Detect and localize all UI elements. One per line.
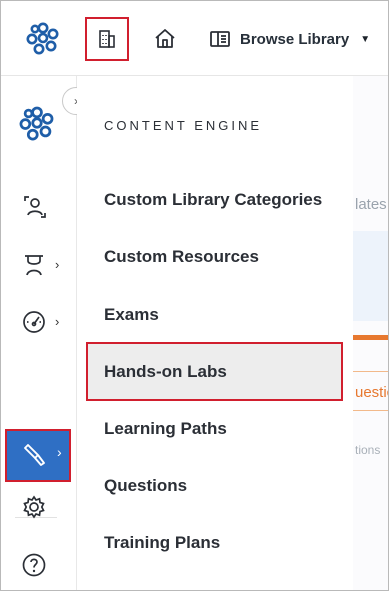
background-progress-bar <box>353 335 388 340</box>
building-button[interactable] <box>85 17 129 61</box>
library-icon <box>210 31 230 47</box>
background-blue-panel <box>353 231 388 321</box>
menu-item-custom-resources[interactable]: Custom Resources <box>104 247 259 267</box>
content-engine-menu: CONTENT ENGINE <box>77 76 352 590</box>
chevron-right-icon: › <box>57 444 62 460</box>
background-text: tions <box>355 443 381 457</box>
menu-item-exams[interactable]: Exams <box>104 305 159 325</box>
background-text: lates <box>355 196 387 213</box>
building-icon <box>99 30 115 48</box>
rail-item-settings[interactable] <box>21 492 61 522</box>
home-icon <box>155 29 175 48</box>
app-logo-icon[interactable] <box>19 105 55 141</box>
help-icon <box>22 553 46 577</box>
background-content: lates uestic tions <box>353 76 388 590</box>
browse-library-label: Browse Library <box>240 30 350 48</box>
gear-icon <box>23 495 45 519</box>
brush-icon <box>22 441 50 474</box>
browse-library-dropdown[interactable]: Browse Library ▼ <box>209 25 370 53</box>
chevron-right-icon: › <box>55 257 60 272</box>
app-logo-icon[interactable] <box>26 21 60 55</box>
rail-item-analytics[interactable]: › <box>21 307 61 337</box>
rail-item-users[interactable] <box>21 192 61 222</box>
instructor-icon <box>25 255 43 276</box>
rail-item-content-engine[interactable]: › <box>5 429 71 482</box>
menu-item-learning-paths[interactable]: Learning Paths <box>104 419 227 439</box>
menu-item-custom-library-categories[interactable]: Custom Library Categories <box>104 190 322 210</box>
side-rail: › › › <box>1 76 77 590</box>
top-bar: Browse Library ▼ <box>1 1 388 76</box>
home-button[interactable] <box>151 25 179 53</box>
menu-item-questions[interactable]: Questions <box>104 476 187 496</box>
menu-item-hands-on-labs[interactable]: Hands-on Labs <box>104 362 227 382</box>
user-swap-icon <box>24 196 46 218</box>
rail-item-instructor[interactable]: › <box>21 250 61 280</box>
background-text: uestic <box>355 384 388 401</box>
chevron-right-icon: › <box>55 314 60 329</box>
gauge-icon <box>23 311 45 333</box>
menu-title: CONTENT ENGINE <box>104 118 263 133</box>
menu-item-training-plans[interactable]: Training Plans <box>104 533 220 553</box>
caret-down-icon: ▼ <box>360 33 371 45</box>
rail-item-help[interactable] <box>21 550 61 580</box>
